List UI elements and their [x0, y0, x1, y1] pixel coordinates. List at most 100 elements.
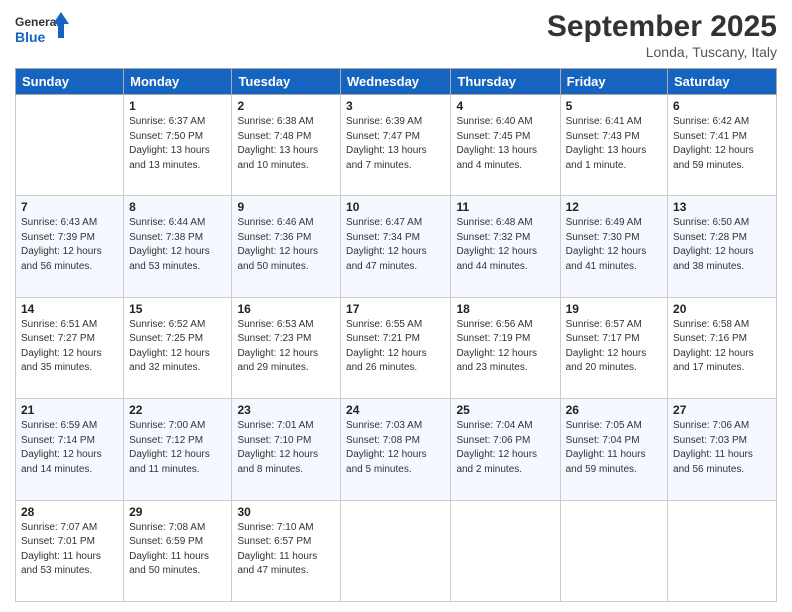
day-info: Sunrise: 7:07 AM Sunset: 7:01 PM Dayligh… — [21, 521, 118, 579]
day-cell: 29 Sunrise: 7:08 AM Sunset: 6:59 PM Dayli… — [124, 500, 232, 601]
day-number: 21 — [21, 403, 118, 417]
week-row-2: 7Sunrise: 6:43 AM Sunset: 7:39 PM Daylig… — [16, 196, 777, 297]
logo: General Blue — [15, 10, 70, 52]
day-number: 15 — [129, 302, 226, 316]
day-cell: 19 Sunrise: 6:57 AM Sunset: 7:17 PM Dayli… — [560, 297, 667, 398]
day-info: Sunrise: 6:48 AM Sunset: 7:32 PM Dayligh… — [456, 216, 554, 274]
day-cell: 12Sunrise: 6:49 AM Sunset: 7:30 PM Dayli… — [560, 196, 667, 297]
day-info: Sunrise: 6:57 AM Sunset: 7:17 PM Dayligh… — [566, 318, 662, 376]
day-cell: 16Sunrise: 6:53 AM Sunset: 7:23 PM Dayli… — [232, 297, 341, 398]
day-info: Sunrise: 6:44 AM Sunset: 7:38 PM Dayligh… — [129, 216, 226, 274]
logo-svg: General Blue — [15, 10, 70, 52]
day-info: Sunrise: 6:47 AM Sunset: 7:34 PM Dayligh… — [346, 216, 445, 274]
day-number: 2 — [237, 99, 335, 113]
day-cell — [668, 500, 777, 601]
day-info: Sunrise: 7:05 AM Sunset: 7:04 PM Dayligh… — [566, 419, 662, 477]
day-info: Sunrise: 6:51 AM Sunset: 7:27 PM Dayligh… — [21, 318, 118, 376]
day-cell: 5 Sunrise: 6:41 AM Sunset: 7:43 PM Daylig… — [560, 95, 667, 196]
week-row-5: 28Sunrise: 7:07 AM Sunset: 7:01 PM Dayli… — [16, 500, 777, 601]
day-number: 10 — [346, 200, 445, 214]
week-row-4: 21Sunrise: 6:59 AM Sunset: 7:14 PM Dayli… — [16, 399, 777, 500]
day-number: 19 — [566, 302, 662, 316]
day-number: 8 — [129, 200, 226, 214]
day-number: 22 — [129, 403, 226, 417]
day-cell: 27 Sunrise: 7:06 AM Sunset: 7:03 PM Dayli… — [668, 399, 777, 500]
day-cell: 22 Sunrise: 7:00 AM Sunset: 7:12 PM Dayli… — [124, 399, 232, 500]
day-number: 27 — [673, 403, 771, 417]
header: General Blue September 2025 Londa, Tusca… — [15, 10, 777, 60]
calendar-table: Sunday Monday Tuesday Wednesday Thursday… — [15, 68, 777, 602]
day-cell — [451, 500, 560, 601]
header-row: Sunday Monday Tuesday Wednesday Thursday… — [16, 69, 777, 95]
day-cell — [16, 95, 124, 196]
day-cell: 30Sunrise: 7:10 AM Sunset: 6:57 PM Dayli… — [232, 500, 341, 601]
day-number: 29 — [129, 505, 226, 519]
day-cell: 10 Sunrise: 6:47 AM Sunset: 7:34 PM Dayli… — [341, 196, 451, 297]
col-friday: Friday — [560, 69, 667, 95]
day-info: Sunrise: 6:37 AM Sunset: 7:50 PM Dayligh… — [129, 115, 226, 173]
day-number: 13 — [673, 200, 771, 214]
day-info: Sunrise: 7:01 AM Sunset: 7:10 PM Dayligh… — [237, 419, 335, 477]
day-cell — [560, 500, 667, 601]
day-cell: 7Sunrise: 6:43 AM Sunset: 7:39 PM Daylig… — [16, 196, 124, 297]
day-cell: 4 Sunrise: 6:40 AM Sunset: 7:45 PM Daylig… — [451, 95, 560, 196]
day-info: Sunrise: 6:39 AM Sunset: 7:47 PM Dayligh… — [346, 115, 445, 173]
day-info: Sunrise: 7:03 AM Sunset: 7:08 PM Dayligh… — [346, 419, 445, 477]
svg-text:Blue: Blue — [15, 29, 46, 45]
day-cell: 1 Sunrise: 6:37 AM Sunset: 7:50 PM Daylig… — [124, 95, 232, 196]
day-info: Sunrise: 7:08 AM Sunset: 6:59 PM Dayligh… — [129, 521, 226, 579]
day-info: Sunrise: 7:04 AM Sunset: 7:06 PM Dayligh… — [456, 419, 554, 477]
day-info: Sunrise: 7:00 AM Sunset: 7:12 PM Dayligh… — [129, 419, 226, 477]
day-cell — [341, 500, 451, 601]
day-info: Sunrise: 6:52 AM Sunset: 7:25 PM Dayligh… — [129, 318, 226, 376]
col-wednesday: Wednesday — [341, 69, 451, 95]
day-info: Sunrise: 6:43 AM Sunset: 7:39 PM Dayligh… — [21, 216, 118, 274]
col-thursday: Thursday — [451, 69, 560, 95]
day-cell: 23 Sunrise: 7:01 AM Sunset: 7:10 PM Dayli… — [232, 399, 341, 500]
day-cell: 20 Sunrise: 6:58 AM Sunset: 7:16 PM Dayli… — [668, 297, 777, 398]
col-monday: Monday — [124, 69, 232, 95]
day-number: 5 — [566, 99, 662, 113]
day-info: Sunrise: 6:58 AM Sunset: 7:16 PM Dayligh… — [673, 318, 771, 376]
day-info: Sunrise: 6:55 AM Sunset: 7:21 PM Dayligh… — [346, 318, 445, 376]
day-number: 1 — [129, 99, 226, 113]
week-row-3: 14 Sunrise: 6:51 AM Sunset: 7:27 PM Dayli… — [16, 297, 777, 398]
day-cell: 15 Sunrise: 6:52 AM Sunset: 7:25 PM Dayli… — [124, 297, 232, 398]
day-info: Sunrise: 6:40 AM Sunset: 7:45 PM Dayligh… — [456, 115, 554, 173]
day-number: 20 — [673, 302, 771, 316]
day-info: Sunrise: 6:50 AM Sunset: 7:28 PM Dayligh… — [673, 216, 771, 274]
day-number: 4 — [456, 99, 554, 113]
day-cell: 25Sunrise: 7:04 AM Sunset: 7:06 PM Dayli… — [451, 399, 560, 500]
month-title: September 2025 — [547, 10, 777, 44]
col-saturday: Saturday — [668, 69, 777, 95]
day-number: 23 — [237, 403, 335, 417]
day-info: Sunrise: 7:06 AM Sunset: 7:03 PM Dayligh… — [673, 419, 771, 477]
col-sunday: Sunday — [16, 69, 124, 95]
day-info: Sunrise: 6:46 AM Sunset: 7:36 PM Dayligh… — [237, 216, 335, 274]
subtitle: Londa, Tuscany, Italy — [547, 44, 777, 60]
day-cell: 2Sunrise: 6:38 AM Sunset: 7:48 PM Daylig… — [232, 95, 341, 196]
calendar-page: General Blue September 2025 Londa, Tusca… — [0, 0, 792, 612]
calendar-body: 1 Sunrise: 6:37 AM Sunset: 7:50 PM Daylig… — [16, 95, 777, 602]
day-number: 26 — [566, 403, 662, 417]
day-number: 17 — [346, 302, 445, 316]
day-number: 24 — [346, 403, 445, 417]
day-number: 11 — [456, 200, 554, 214]
day-number: 12 — [566, 200, 662, 214]
day-info: Sunrise: 6:56 AM Sunset: 7:19 PM Dayligh… — [456, 318, 554, 376]
day-cell: 8 Sunrise: 6:44 AM Sunset: 7:38 PM Daylig… — [124, 196, 232, 297]
svg-text:General: General — [15, 15, 60, 29]
day-cell: 26 Sunrise: 7:05 AM Sunset: 7:04 PM Dayli… — [560, 399, 667, 500]
day-info: Sunrise: 6:41 AM Sunset: 7:43 PM Dayligh… — [566, 115, 662, 173]
day-cell: 24 Sunrise: 7:03 AM Sunset: 7:08 PM Dayli… — [341, 399, 451, 500]
day-cell: 28Sunrise: 7:07 AM Sunset: 7:01 PM Dayli… — [16, 500, 124, 601]
day-number: 16 — [237, 302, 335, 316]
day-cell: 11 Sunrise: 6:48 AM Sunset: 7:32 PM Dayli… — [451, 196, 560, 297]
title-block: September 2025 Londa, Tuscany, Italy — [547, 10, 777, 60]
day-number: 6 — [673, 99, 771, 113]
day-number: 14 — [21, 302, 118, 316]
day-cell: 3Sunrise: 6:39 AM Sunset: 7:47 PM Daylig… — [341, 95, 451, 196]
day-cell: 13 Sunrise: 6:50 AM Sunset: 7:28 PM Dayli… — [668, 196, 777, 297]
week-row-1: 1 Sunrise: 6:37 AM Sunset: 7:50 PM Daylig… — [16, 95, 777, 196]
day-number: 30 — [237, 505, 335, 519]
